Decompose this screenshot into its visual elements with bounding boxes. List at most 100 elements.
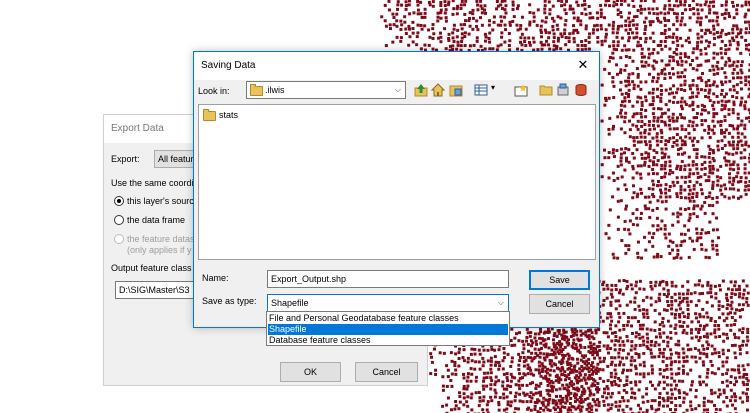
dot [431,23,435,27]
save-button[interactable]: Save [529,270,590,290]
database-icon[interactable] [574,83,588,97]
dot [619,163,623,167]
dot [655,228,659,232]
dot [644,60,648,64]
dropdown-option[interactable]: Shapefile [268,324,508,335]
up-one-level-icon[interactable] [414,83,428,97]
new-folder-icon[interactable] [514,83,528,97]
dropdown-option[interactable]: Database feature classes [268,335,508,346]
dot [692,47,696,51]
dot [543,0,547,3]
dot [598,376,602,380]
dot [709,291,713,295]
name-field[interactable]: Export_Output.shp [267,270,509,288]
dot [719,31,723,35]
folder-icon[interactable] [539,83,553,97]
dot [658,351,662,355]
dot [522,347,526,351]
dot [416,0,420,3]
dot [686,372,690,376]
dot [663,19,667,23]
dot [708,0,712,4]
dot [659,115,663,119]
file-list[interactable]: stats [198,104,596,260]
dot [654,280,658,284]
dot [735,151,739,155]
dot [661,355,665,359]
dot [520,15,524,19]
dot [665,367,669,371]
dot [632,83,636,87]
dot [532,15,536,19]
dot [635,67,639,71]
chevron-down-icon[interactable]: ▾ [491,83,495,92]
close-icon[interactable]: ✕ [573,55,593,75]
dot [587,337,591,341]
dot [719,51,723,55]
dot [715,11,719,15]
dot [692,128,696,132]
dot [698,335,702,339]
dot [672,84,676,88]
dot [575,393,579,397]
dot [671,171,675,175]
dot [739,176,743,180]
dot [665,308,669,312]
save-as-type-select[interactable]: Shapefile ⌵ [267,294,509,312]
dot [531,341,535,345]
dot [622,343,626,347]
dot [636,40,640,44]
dot [452,27,456,31]
look-in-select[interactable]: .ilwis ⌵ [246,81,406,99]
dot [560,337,564,341]
dot [729,280,733,284]
dot [615,63,619,67]
radio-layer-source[interactable] [114,196,124,206]
export-cancel-button[interactable]: Cancel [355,362,418,382]
dot [404,4,408,8]
dot [532,19,536,23]
dot [664,143,668,147]
dot [512,15,516,19]
export-ok-button[interactable]: OK [280,362,341,382]
dot [679,212,683,216]
dot [670,303,674,307]
dot [732,195,736,199]
dot [552,369,556,373]
catalog-icon[interactable] [556,83,570,97]
dot [712,27,716,31]
dot [745,399,749,403]
dot [646,399,650,403]
dropdown-option[interactable]: File and Personal Geodatabase feature cl… [268,313,508,324]
save-as-type-dropdown[interactable]: File and Personal Geodatabase feature cl… [266,311,510,346]
dot [743,171,747,175]
dot [735,35,739,39]
dot [695,56,699,60]
radio-feature-dataset[interactable] [114,234,124,244]
dot [616,27,620,31]
dot [531,36,535,40]
dot [739,139,743,143]
output-feature-class-label: Output feature class [111,263,192,273]
dot [624,147,628,151]
cancel-button[interactable]: Cancel [529,294,590,314]
dot [717,351,721,355]
dot [611,171,615,175]
dot [497,360,501,364]
output-feature-class-field[interactable]: D:\SIG\Master\S3 [115,281,195,299]
dot [659,167,663,171]
dot [690,320,694,324]
dot [670,284,674,288]
connect-folder-icon[interactable] [449,83,463,97]
dot [639,36,643,40]
dot [610,380,614,384]
dot [651,20,655,24]
dot [579,373,583,377]
saving-data-dialog: Saving Data ✕ Look in: .ilwis ⌵ ▾ stats … [193,51,600,328]
dot [494,391,498,395]
dot [655,132,659,136]
view-menu-icon[interactable] [474,83,488,97]
radio-data-frame[interactable] [114,215,124,225]
dot [716,15,720,19]
home-icon[interactable] [431,83,445,97]
